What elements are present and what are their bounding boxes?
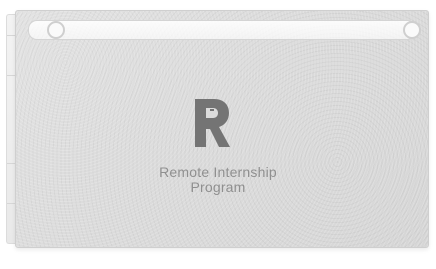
folder-photo: Remote Internship Program bbox=[0, 0, 436, 269]
rail-pin-right bbox=[403, 21, 421, 39]
remote-r-logo-icon bbox=[195, 99, 230, 147]
rail-pin-left bbox=[47, 21, 65, 39]
top-rail bbox=[28, 20, 421, 40]
program-title-line-2: Program bbox=[190, 179, 246, 195]
